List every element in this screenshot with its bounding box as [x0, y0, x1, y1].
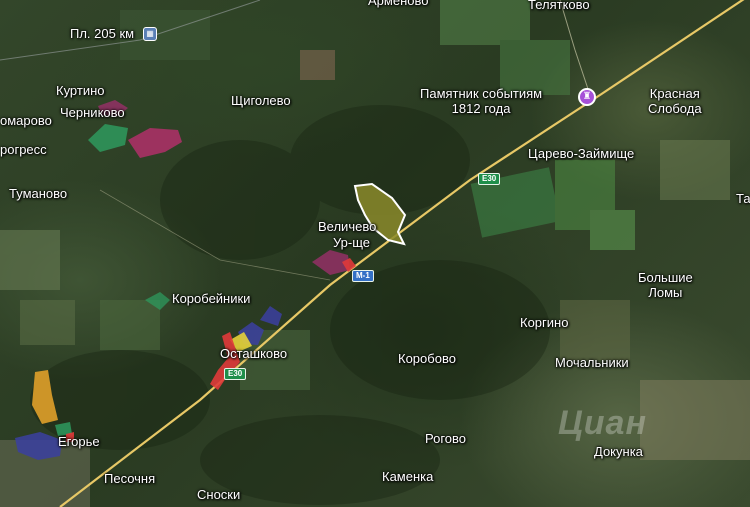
place-label-krasnaya-sloboda: Красная Слобода [648, 86, 702, 116]
place-label-bolshie-lomy: Большие Ломы [638, 270, 693, 300]
place-label-ur-shche: Ур-ще [333, 235, 371, 250]
place-label-mochalniki: Мочальники [555, 355, 629, 370]
place-label-tumanovo: Туманово [9, 186, 68, 201]
place-label-korobovo: Коробово [398, 351, 456, 366]
place-label-velichevo: Величево [318, 219, 377, 234]
place-label-shchigolevo: Щиголево [231, 93, 291, 108]
place-label-kamenka: Каменка [382, 469, 434, 484]
satellite-map[interactable]: E30 E30 М-1 ▦ ♜ Армёново Телятково Пл. 2… [0, 0, 750, 507]
monument-pin-icon[interactable]: ♜ [578, 88, 596, 106]
place-label-edge: Та [736, 191, 750, 206]
place-label-pesochnya: Песочня [104, 471, 156, 486]
parcel-green [145, 292, 170, 310]
watermark-logo: Циан [558, 404, 647, 442]
place-label-komarovo: омарово [0, 113, 52, 128]
place-label-chernikovo: Черниково [60, 105, 125, 120]
place-label-armenevo: Армёново [368, 0, 429, 8]
place-label-ostashkovo: Осташково [220, 346, 288, 361]
road-shield-e30: E30 [478, 173, 501, 185]
place-label-tsarevo-zaimishche: Царево-Займище [528, 146, 635, 161]
place-label-telyatkovo: Телятково [528, 0, 590, 12]
place-label-snoski: Сноски [197, 487, 241, 502]
place-label-korobeiniki: Коробейники [172, 291, 251, 306]
parcel-blue [15, 432, 62, 460]
rail-station-icon[interactable]: ▦ [143, 27, 157, 41]
parcel-orange [32, 370, 58, 424]
place-label-rogovo: Рогово [425, 431, 467, 446]
road-shield-m1: М-1 [352, 270, 374, 282]
parcel-blue [260, 306, 282, 326]
parcel-green [88, 124, 128, 152]
place-label-egorye: Егорье [58, 434, 100, 449]
road-shield-e30: E30 [224, 368, 247, 380]
place-label-progress: рогресс [0, 142, 47, 157]
parcel-magenta [128, 128, 182, 158]
place-label-monument[interactable]: Памятник событиям 1812 года [420, 86, 542, 116]
place-label-korgino: Коргино [520, 315, 569, 330]
place-label-kurtino: Куртино [56, 83, 105, 98]
place-label-pl-205[interactable]: Пл. 205 км [70, 27, 134, 41]
place-label-dokunka: Докунка [594, 444, 643, 459]
